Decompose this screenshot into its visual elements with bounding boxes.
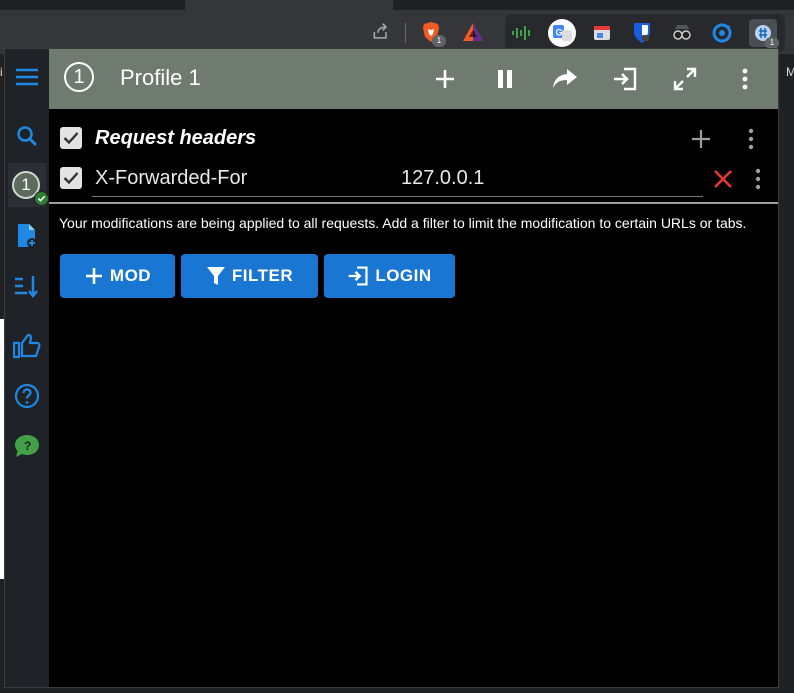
- bitwarden-icon[interactable]: [629, 20, 655, 46]
- share-icon[interactable]: [368, 19, 394, 45]
- modheader-icon[interactable]: 1: [749, 19, 779, 49]
- plus-icon: [85, 268, 102, 284]
- request-headers-checkbox[interactable]: [60, 127, 82, 149]
- import-icon[interactable]: [609, 63, 641, 95]
- brave-rewards-icon[interactable]: [460, 19, 486, 45]
- section-divider: [49, 202, 778, 204]
- audio-wave-icon[interactable]: [509, 20, 535, 46]
- login-label: LOGIN: [375, 266, 432, 285]
- google-translate-icon[interactable]: G: [548, 19, 576, 47]
- sidebar: 1 ?: [5, 49, 49, 687]
- add-mod-button[interactable]: MOD: [60, 254, 175, 298]
- row-more-icon[interactable]: [752, 167, 764, 191]
- menu-icon[interactable]: [12, 62, 42, 92]
- extensions-group: G 1: [505, 14, 785, 52]
- profile-title[interactable]: Profile 1: [120, 65, 201, 91]
- modification-notice: Your modifications are being applied to …: [59, 215, 747, 231]
- svg-text:G: G: [556, 28, 563, 38]
- login-button[interactable]: LOGIN: [324, 254, 455, 298]
- delete-icon[interactable]: [711, 167, 735, 191]
- svg-text:?: ?: [24, 439, 31, 453]
- add-file-icon[interactable]: [12, 221, 42, 251]
- toolbar-separator: [405, 23, 406, 43]
- profile-header: 1 Profile 1: [49, 49, 778, 109]
- page-edge-text-right: M: [786, 65, 794, 79]
- login-icon: [349, 266, 368, 286]
- sidebar-item-profile[interactable]: 1: [8, 163, 49, 207]
- share-profile-icon[interactable]: [549, 63, 581, 95]
- active-check-icon: [34, 191, 49, 206]
- add-icon[interactable]: [429, 63, 461, 95]
- modheader-popup: 1 ? 1 Profile 1 Request headers X-Forwar…: [4, 48, 779, 688]
- feedback-icon[interactable]: ?: [12, 431, 42, 461]
- header-row-checkbox[interactable]: [60, 167, 82, 189]
- spy-glasses-icon[interactable]: [669, 20, 695, 46]
- section-more-icon[interactable]: [745, 127, 757, 151]
- thumbs-up-icon[interactable]: [12, 331, 42, 361]
- add-filter-button[interactable]: FILTER: [181, 254, 318, 298]
- refresh-extension-icon[interactable]: [709, 20, 735, 46]
- add-header-icon[interactable]: [689, 127, 713, 151]
- expand-icon[interactable]: [669, 63, 701, 95]
- page-edge-text-left: i: [0, 65, 3, 79]
- header-value-field[interactable]: 127.0.0.1: [401, 167, 484, 190]
- shields-badge: 1: [432, 35, 446, 47]
- header-name-field[interactable]: X-Forwarded-For: [95, 167, 247, 190]
- main-panel: 1 Profile 1 Request headers X-Forwarded-…: [49, 49, 778, 687]
- sort-icon[interactable]: [12, 271, 42, 301]
- add-mod-label: MOD: [109, 266, 152, 285]
- more-vert-icon[interactable]: [729, 63, 761, 95]
- brave-shields-icon[interactable]: 1: [418, 19, 446, 47]
- filter-icon: [206, 267, 225, 285]
- window-icon[interactable]: [589, 20, 615, 46]
- search-icon[interactable]: [12, 121, 42, 151]
- profile-number-badge[interactable]: 1: [64, 62, 94, 92]
- request-headers-title: Request headers: [95, 127, 257, 149]
- help-icon[interactable]: [12, 381, 42, 411]
- active-tab[interactable]: [185, 0, 393, 10]
- add-filter-label: FILTER: [231, 266, 294, 285]
- pause-icon[interactable]: [489, 63, 521, 95]
- page-background-right: [779, 54, 794, 693]
- header-field-underline: [92, 196, 703, 197]
- tab-strip: [0, 0, 794, 10]
